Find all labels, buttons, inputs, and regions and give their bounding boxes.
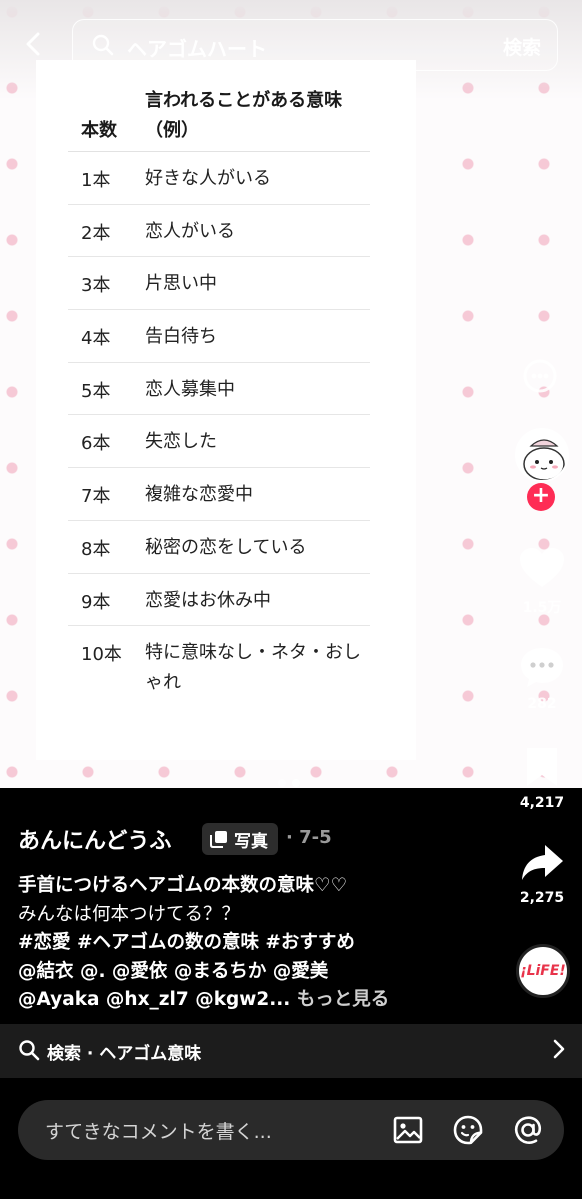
row-meaning: 失恋した — [145, 431, 217, 453]
caption-mentions-2: @Ayaka @hx_zl7 @kgw2... もっと見る — [18, 986, 498, 1015]
table-row: 4本 告白待ち — [68, 310, 370, 363]
slide-dot-active — [292, 779, 300, 787]
caption-line: みんなは何本つけてる？？ — [18, 903, 241, 925]
row-count: 9本 — [81, 591, 111, 613]
chat-bubble-icon — [523, 359, 557, 393]
row-count: 10本 — [81, 644, 122, 666]
image-icon[interactable] — [392, 1114, 424, 1146]
meaning-table: 本数 言われることがある意味 （例） 1本 好きな人がいる 2本 恋人がいる 3… — [68, 80, 370, 702]
caption-title: 手首につけるヘアゴムの本数の意味♡♡ — [18, 875, 348, 896]
action-rail: + 1.5万 282 4,217 2,275 ¡LiFE! — [502, 0, 582, 1020]
photo-badge: 写真 — [202, 823, 278, 855]
slide-dot — [278, 779, 286, 787]
share-button[interactable]: 2,275 — [502, 842, 582, 906]
like-button[interactable]: 1.5万 — [502, 545, 582, 617]
row-count: 3本 — [81, 275, 111, 297]
hamster-avatar-icon — [517, 430, 567, 480]
share-arrow-icon — [522, 845, 563, 880]
follow-button[interactable]: + — [527, 483, 555, 511]
related-search-bar[interactable]: 検索 · ヘアゴム意味 — [0, 1024, 582, 1078]
table-row: 2本 恋人がいる — [68, 205, 370, 258]
comment-input[interactable]: すてきなコメントを書く... — [18, 1100, 564, 1160]
row-meaning: 片思い中 — [145, 273, 217, 295]
see-more-link[interactable]: もっと見る — [297, 989, 390, 1010]
slide-indicator — [278, 779, 300, 787]
back-button[interactable] — [20, 30, 50, 60]
row-count: 8本 — [81, 538, 111, 560]
post-date: · 7-5 — [286, 827, 332, 848]
row-meaning: 好きな人がいる — [145, 168, 271, 189]
row-meaning: 秘密の恋をしている — [145, 536, 307, 558]
caption[interactable]: 手首につけるヘアゴムの本数の意味♡♡ みんなは何本つけてる？？ #恋愛 #ヘアゴ… — [18, 872, 498, 1015]
row-meaning: 告白待ち — [145, 326, 217, 348]
table-row: 10本 特に意味なし・ネタ・おしゃれ — [68, 626, 370, 702]
badge-label: 写真 — [234, 831, 268, 852]
row-count: 1本 — [81, 170, 111, 191]
table-row: 9本 恋愛はお休み中 — [68, 574, 370, 627]
row-meaning: 恋愛はお休み中 — [145, 589, 271, 611]
comment-button[interactable]: 282 — [502, 644, 582, 712]
table-row: 5本 恋人募集中 — [68, 363, 370, 416]
row-count: 7本 — [81, 486, 111, 508]
table-header: 本数 言われることがある意味 （例） — [68, 80, 370, 152]
table-row: 3本 片思い中 — [68, 257, 370, 311]
chevron-right-icon — [553, 1039, 565, 1059]
row-count: 2本 — [81, 222, 111, 244]
author-name[interactable]: あんにんどうふ — [18, 823, 171, 855]
music-disc[interactable]: ¡LiFE! — [516, 944, 570, 998]
avatar[interactable] — [515, 428, 569, 482]
related-search-label: 検索 · ヘアゴム意味 — [47, 1044, 202, 1064]
table-row: 8本 秘密の恋をしている — [68, 521, 370, 574]
search-icon — [92, 34, 114, 56]
bookmark-count: 4,217 — [519, 795, 565, 811]
header-meaning: 言われることがある意味 （例） — [145, 90, 343, 141]
comment-icon — [521, 648, 563, 687]
search-query: ヘアゴムハート — [127, 37, 267, 61]
row-meaning: 特に意味なし・ネタ・おしゃれ — [145, 642, 361, 694]
caption-mentions[interactable]: @結衣 @. @愛依 @まるちか @愛美 — [18, 958, 498, 987]
comment-placeholder: すてきなコメントを書く... — [45, 1121, 272, 1143]
share-count: 2,275 — [519, 890, 565, 906]
heart-icon — [520, 548, 564, 587]
ai-chat-button[interactable] — [502, 356, 582, 400]
photo-stack-icon — [210, 831, 227, 848]
comment-count: 282 — [527, 696, 557, 712]
table-row: 6本 失恋した — [68, 415, 370, 469]
bookmark-button[interactable]: 4,217 — [502, 745, 582, 811]
table-row: 7本 複雑な恋愛中 — [68, 468, 370, 521]
mention-icon[interactable] — [512, 1114, 544, 1146]
sticker-icon[interactable] — [452, 1114, 484, 1146]
photo-slide[interactable]: 本数 言われることがある意味 （例） 1本 好きな人がいる 2本 恋人がいる 3… — [0, 0, 582, 788]
caption-hashtags[interactable]: #恋愛 #ヘアゴムの数の意味 #おすすめ — [18, 929, 498, 958]
caption-mentions-text[interactable]: @Ayaka @hx_zl7 @kgw2... — [18, 989, 290, 1010]
like-count: 1.5万 — [522, 600, 562, 616]
row-meaning: 恋人がいる — [145, 220, 235, 242]
row-count: 4本 — [81, 328, 111, 350]
row-count: 5本 — [81, 380, 111, 402]
table-row: 1本 好きな人がいる — [68, 152, 370, 205]
search-input[interactable]: ヘアゴムハート 検索 — [72, 19, 558, 71]
row-meaning: 恋人募集中 — [145, 378, 235, 400]
row-count: 6本 — [81, 433, 111, 455]
music-label: ¡LiFE! — [520, 963, 566, 979]
header-count: 本数 — [81, 120, 117, 141]
chevron-left-icon — [26, 32, 40, 56]
search-icon — [19, 1040, 40, 1061]
bookmark-icon — [527, 748, 557, 786]
row-meaning: 複雑な恋愛中 — [145, 484, 253, 506]
